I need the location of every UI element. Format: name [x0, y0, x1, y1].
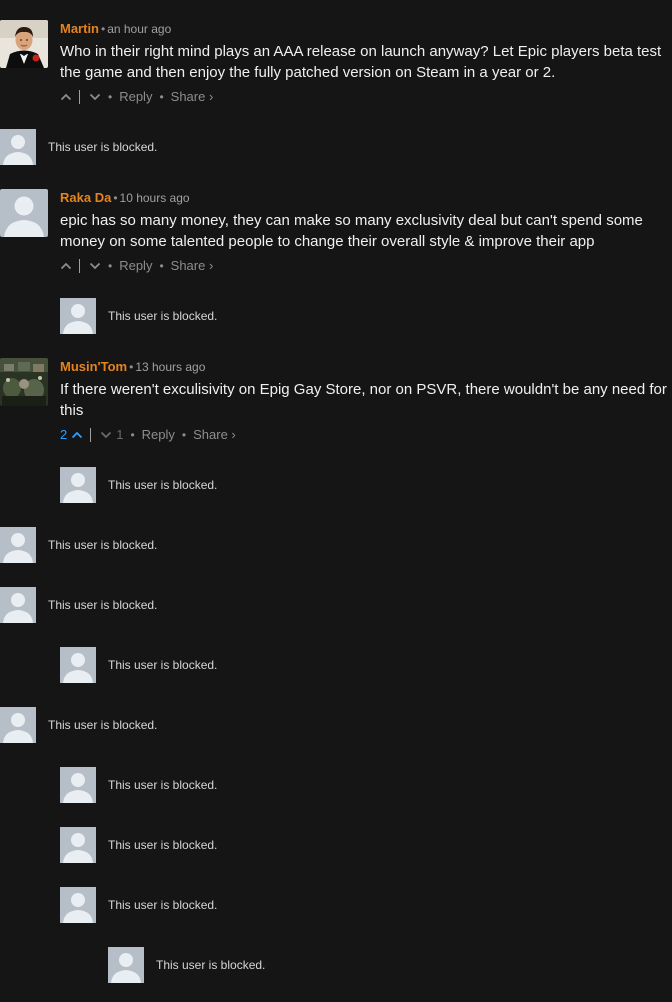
reply-button[interactable]: Reply	[142, 425, 175, 445]
downvote-button[interactable]: 1	[100, 425, 123, 445]
upvote-button[interactable]	[60, 262, 72, 270]
default-avatar-icon	[0, 707, 36, 743]
comment-text: epic has so many money, they can make so…	[60, 210, 672, 252]
share-button[interactable]: Share ›	[171, 256, 214, 276]
blocked-user-text: This user is blocked.	[108, 838, 218, 852]
action-separator: •	[108, 259, 113, 273]
reply-button[interactable]: Reply	[119, 256, 152, 276]
avatar[interactable]	[0, 189, 48, 237]
blocked-user-text: This user is blocked.	[108, 478, 218, 492]
downvote-count: 1	[116, 427, 124, 442]
meta-separator: •	[113, 191, 118, 205]
blocked-user-text: This user is blocked.	[48, 538, 158, 552]
downvote-chevron-icon	[89, 93, 101, 101]
reply-button[interactable]: Reply	[119, 87, 152, 107]
action-separator: •	[130, 428, 135, 442]
vote-divider	[79, 90, 80, 104]
vote-divider	[79, 259, 80, 273]
upvote-chevron-icon	[60, 93, 72, 101]
blocked-user-text: This user is blocked.	[108, 309, 218, 323]
comment-actions: 2 1 • Reply • Share ›	[60, 425, 672, 445]
upvote-button[interactable]	[60, 93, 72, 101]
avatar[interactable]	[0, 20, 48, 68]
default-avatar-icon	[60, 767, 96, 803]
default-avatar-icon	[108, 947, 144, 983]
action-separator: •	[159, 90, 164, 104]
comment-text-line: the game and then enjoy the fully patche…	[60, 64, 556, 81]
action-separator: •	[181, 428, 187, 442]
blocked-comment: This user is blocked.	[60, 647, 217, 683]
comment-text-line: this	[60, 402, 84, 419]
blocked-user-text: This user is blocked.	[156, 958, 266, 972]
comment-author[interactable]: Raka Da	[60, 190, 111, 205]
default-avatar-icon	[60, 298, 96, 334]
blocked-comment: This user is blocked.	[60, 767, 217, 803]
blocked-comment: This user is blocked.	[108, 947, 265, 983]
action-separator: •	[159, 259, 164, 273]
blocked-comment: This user is blocked.	[0, 129, 157, 165]
upvote-button[interactable]: 2	[60, 425, 83, 445]
downvote-chevron-icon	[89, 262, 101, 270]
upvote-chevron-icon	[60, 262, 72, 270]
blocked-comment: This user is blocked.	[0, 707, 157, 743]
blocked-comment: This user is blocked.	[60, 827, 217, 863]
avatar[interactable]	[0, 358, 48, 406]
default-avatar-icon	[60, 467, 96, 503]
blocked-comment: This user is blocked.	[0, 527, 157, 563]
upvote-count: 2	[60, 427, 68, 442]
comment-actions: • Reply • Share ›	[60, 87, 672, 107]
share-button[interactable]: Share ›	[171, 87, 214, 107]
blocked-user-text: This user is blocked.	[108, 778, 218, 792]
meta-separator: •	[101, 22, 106, 36]
comment-timestamp[interactable]: 10 hours ago	[120, 191, 190, 205]
comment-author[interactable]: Musin'Tom	[60, 359, 127, 374]
comment-text: If there weren't exculisivity on Epig Ga…	[60, 379, 672, 421]
blocked-user-text: This user is blocked.	[48, 598, 158, 612]
default-avatar-icon	[60, 647, 96, 683]
blocked-user-text: This user is blocked.	[48, 718, 158, 732]
blocked-comment: This user is blocked.	[60, 887, 217, 923]
comment-timestamp[interactable]: 13 hours ago	[135, 360, 205, 374]
comment-timestamp[interactable]: an hour ago	[107, 22, 171, 36]
comment-text: Who in their right mind plays an AAA rel…	[60, 41, 672, 83]
comment-author[interactable]: Martin	[60, 21, 99, 36]
default-avatar-icon	[0, 527, 36, 563]
blocked-user-text: This user is blocked.	[48, 140, 158, 154]
comment-text-line: money on some talented people to change …	[60, 233, 595, 250]
downvote-chevron-icon	[101, 431, 112, 439]
blocked-user-text: This user is blocked.	[108, 898, 218, 912]
meta-separator: •	[129, 360, 134, 374]
comment-text-line: epic has so many money, they can make so…	[60, 212, 643, 229]
default-avatar-icon	[60, 887, 96, 923]
downvote-button[interactable]	[89, 93, 101, 101]
default-avatar-icon	[0, 129, 36, 165]
blocked-comment: This user is blocked.	[0, 587, 157, 623]
default-avatar-icon	[0, 587, 36, 623]
blocked-comment: This user is blocked.	[60, 298, 217, 334]
action-separator: •	[108, 90, 113, 104]
vote-divider	[90, 428, 92, 442]
blocked-comment: This user is blocked.	[60, 467, 217, 503]
downvote-button[interactable]	[89, 262, 101, 270]
comment-text-line: If there weren't exculisivity on Epig Ga…	[60, 381, 667, 398]
comment-text-line: Who in their right mind plays an AAA rel…	[60, 43, 662, 60]
blocked-user-text: This user is blocked.	[108, 658, 218, 672]
comment-actions: • Reply • Share ›	[60, 256, 672, 276]
share-button[interactable]: Share ›	[193, 425, 236, 445]
upvote-chevron-icon	[72, 431, 83, 439]
default-avatar-icon	[60, 827, 96, 863]
